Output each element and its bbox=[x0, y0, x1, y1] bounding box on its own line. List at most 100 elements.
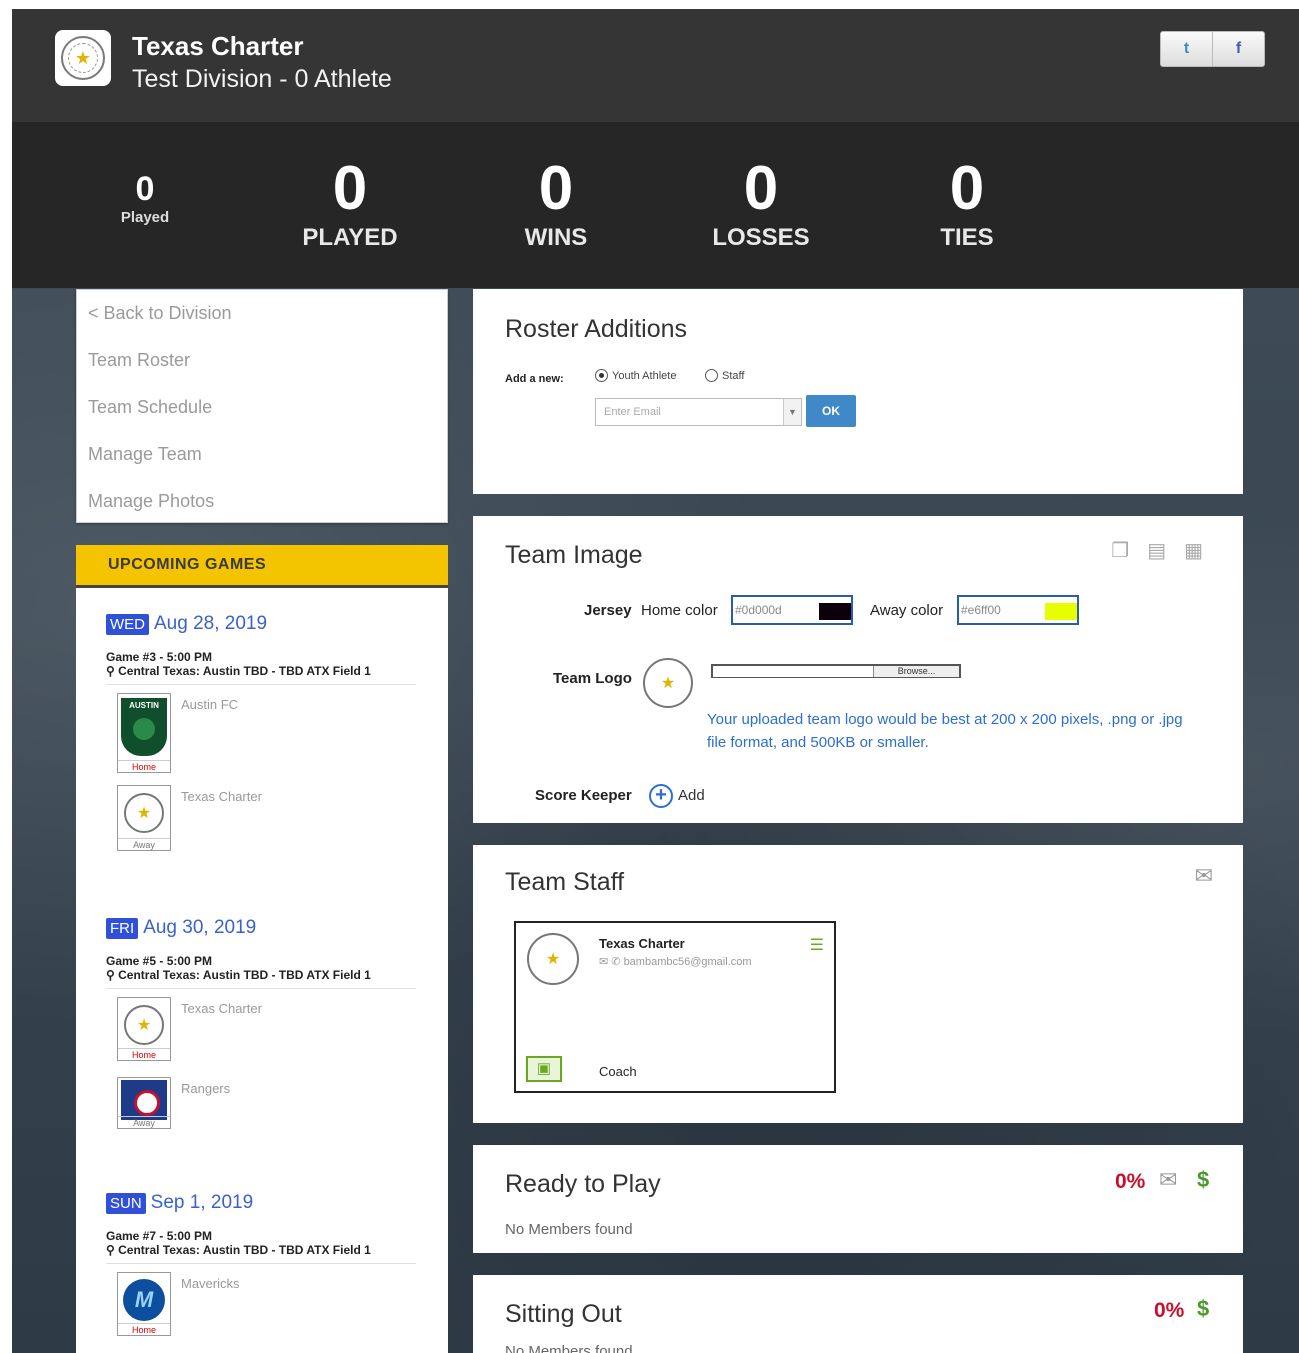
ok-button[interactable]: OK bbox=[806, 395, 856, 427]
game-card: WED Aug 28, 2019 Game #3 - 5:00 PM ⚲ Cen… bbox=[106, 611, 416, 863]
score-keeper-label: Score Keeper bbox=[535, 787, 632, 804]
radio-staff[interactable]: Staff bbox=[705, 369, 744, 382]
away-color-input[interactable]: #e6ff00 bbox=[957, 595, 1079, 625]
home-team-row[interactable]: Home Austin FC bbox=[106, 685, 416, 777]
empty-message: No Members found bbox=[505, 1221, 633, 1238]
mail-icon[interactable]: ✉ bbox=[1195, 863, 1213, 889]
team-image-panel: Team Image ❐ ▤ ▦ Jersey Home color #0d00… bbox=[473, 516, 1243, 823]
team-subtitle: Test Division - 0 Athlete bbox=[132, 65, 392, 93]
game-location: ⚲ Central Texas: Austin TBD - TBD ATX Fi… bbox=[106, 1243, 416, 1264]
team-name-label: Texas Charter bbox=[181, 789, 262, 804]
game-time: Game #7 - 5:00 PM bbox=[106, 1229, 213, 1243]
game-time: Game #3 - 5:00 PM bbox=[106, 650, 213, 664]
stat-ties: 0 TIES bbox=[940, 154, 994, 251]
rangers-crest-icon bbox=[121, 1080, 167, 1120]
sitting-percent: 0% bbox=[1154, 1299, 1185, 1322]
home-team-row[interactable]: ★ Home Texas Charter bbox=[106, 989, 416, 1069]
team-name-label: Rangers bbox=[181, 1081, 231, 1096]
app-window: ★ Texas Charter Test Division - 0 Athlet… bbox=[12, 9, 1299, 1353]
logo-hint: Your uploaded team logo would be best at… bbox=[707, 711, 1183, 751]
texas-seal-icon: ★ bbox=[124, 793, 164, 833]
upcoming-games-title: UPCOMING GAMES bbox=[76, 545, 448, 588]
nav-manage-photos[interactable]: Manage Photos bbox=[77, 478, 447, 525]
panel-title: Team Staff bbox=[505, 868, 625, 896]
game-card: FRI Aug 30, 2019 Game #5 - 5:00 PM ⚲ Cen… bbox=[106, 915, 416, 1155]
game-date-link[interactable]: Aug 30, 2019 bbox=[143, 917, 256, 939]
dollar-icon[interactable]: $ bbox=[1197, 1296, 1209, 1322]
nav-team-schedule[interactable]: Team Schedule bbox=[77, 384, 447, 431]
team-crest: Home bbox=[117, 1272, 171, 1336]
staff-contact: ✉ ✆ bambambc56@gmail.com bbox=[599, 956, 752, 968]
chevron-down-icon[interactable]: ▼ bbox=[783, 399, 801, 425]
game-day-badge: FRI bbox=[106, 917, 139, 939]
team-nav: < Back to Division Team Roster Team Sche… bbox=[76, 289, 448, 523]
stat-losses: 0 LOSSES bbox=[712, 154, 810, 251]
game-time: Game #5 - 5:00 PM bbox=[106, 954, 213, 968]
envelope-icon[interactable]: ✉ bbox=[599, 956, 608, 968]
jersey-label: Jersey bbox=[584, 602, 632, 619]
staff-card[interactable]: ★ Texas Charter ✉ ✆ bambambc56@gmail.com… bbox=[514, 921, 836, 1093]
away-team-row[interactable]: Away Rangers bbox=[106, 1069, 416, 1155]
texas-seal-icon: ★ bbox=[61, 36, 105, 80]
upcoming-games-panel: UPCOMING GAMES WED Aug 28, 2019 Game #3 … bbox=[76, 545, 448, 1353]
game-date-link[interactable]: Sep 1, 2019 bbox=[151, 1192, 253, 1214]
game-location: ⚲ Central Texas: Austin TBD - TBD ATX Fi… bbox=[106, 968, 416, 989]
add-new-label: Add a new: bbox=[505, 373, 564, 385]
phone-icon[interactable]: ✆ bbox=[611, 956, 620, 968]
staff-name: Texas Charter bbox=[599, 936, 685, 951]
card-icon[interactable]: ▤ bbox=[1147, 538, 1166, 563]
menu-icon[interactable]: ☰ bbox=[810, 935, 824, 955]
nav-back-to-division[interactable]: < Back to Division bbox=[77, 290, 447, 337]
team-name: Texas Charter bbox=[132, 31, 304, 61]
team-logo: ★ bbox=[55, 30, 111, 86]
add-score-keeper-link[interactable]: Add bbox=[678, 787, 705, 804]
panel-title: Ready to Play bbox=[505, 1170, 661, 1198]
mail-icon[interactable]: ✉ bbox=[1159, 1167, 1177, 1193]
team-name-label: Texas Charter bbox=[181, 1001, 262, 1016]
team-image-actions: ❐ ▤ ▦ bbox=[1111, 538, 1203, 563]
ready-percent: 0% bbox=[1115, 1170, 1146, 1193]
team-name-label: Austin FC bbox=[181, 697, 239, 712]
twitter-icon[interactable]: t bbox=[1161, 32, 1212, 66]
stat-wins: 0 WINS bbox=[524, 154, 588, 251]
home-team-row[interactable]: Home Mavericks bbox=[106, 1264, 416, 1350]
game-day-badge: WED bbox=[106, 613, 149, 635]
away-color-swatch[interactable] bbox=[1045, 603, 1077, 620]
game-location: ⚲ Central Texas: Austin TBD - TBD ATX Fi… bbox=[106, 664, 416, 685]
calendar-icon[interactable]: ▦ bbox=[1184, 538, 1203, 563]
dollar-icon[interactable]: $ bbox=[1197, 1167, 1209, 1193]
texas-seal-icon: ★ bbox=[643, 658, 693, 708]
social-share: t f bbox=[1160, 31, 1265, 67]
panel-title: Team Image bbox=[505, 541, 643, 569]
add-circle-icon[interactable]: + bbox=[649, 784, 673, 808]
radio-youth-athlete[interactable]: Youth Athlete bbox=[595, 369, 676, 382]
away-team-row[interactable]: ★ Away Texas Charter bbox=[106, 777, 416, 863]
texas-seal-icon: ★ bbox=[527, 933, 579, 985]
team-crest: ★ Home bbox=[117, 997, 171, 1061]
copy-icon[interactable]: ❐ bbox=[1111, 538, 1129, 563]
stat-played: 0 PLAYED bbox=[302, 154, 398, 251]
browse-button[interactable]: Browse... bbox=[873, 666, 959, 677]
team-crest: Home bbox=[117, 693, 171, 773]
team-header: ★ Texas Charter Test Division - 0 Athlet… bbox=[12, 9, 1299, 122]
id-card-icon[interactable]: ▣ bbox=[526, 1056, 562, 1082]
home-color-swatch[interactable] bbox=[819, 603, 851, 620]
email-input[interactable]: Enter Email ▼ bbox=[595, 398, 802, 426]
game-date-link[interactable]: Aug 28, 2019 bbox=[154, 613, 267, 635]
nav-manage-team[interactable]: Manage Team bbox=[77, 431, 447, 478]
radio-selected-icon bbox=[595, 369, 608, 382]
panel-title: Roster Additions bbox=[505, 315, 688, 343]
game-day-badge: SUN bbox=[106, 1192, 146, 1214]
stats-bar: 0 Played 0 PLAYED 0 WINS 0 LOSSES 0 TIES bbox=[12, 122, 1299, 288]
ready-to-play-panel: Ready to Play No Members found 0% ✉ $ bbox=[473, 1145, 1243, 1253]
team-name-label: Mavericks bbox=[181, 1276, 240, 1291]
mavericks-crest-icon bbox=[123, 1279, 165, 1321]
empty-message: No Members found bbox=[505, 1343, 633, 1353]
team-staff-panel: Team Staff ✉ ★ Texas Charter ✉ ✆ bambamb… bbox=[473, 845, 1243, 1123]
radio-unselected-icon bbox=[705, 369, 718, 382]
nav-team-roster[interactable]: Team Roster bbox=[77, 337, 447, 384]
facebook-icon[interactable]: f bbox=[1212, 32, 1264, 66]
away-color-label: Away color bbox=[870, 602, 944, 619]
home-color-input[interactable]: #0d000d bbox=[731, 595, 853, 625]
logo-file-input[interactable]: Browse... bbox=[711, 664, 961, 678]
